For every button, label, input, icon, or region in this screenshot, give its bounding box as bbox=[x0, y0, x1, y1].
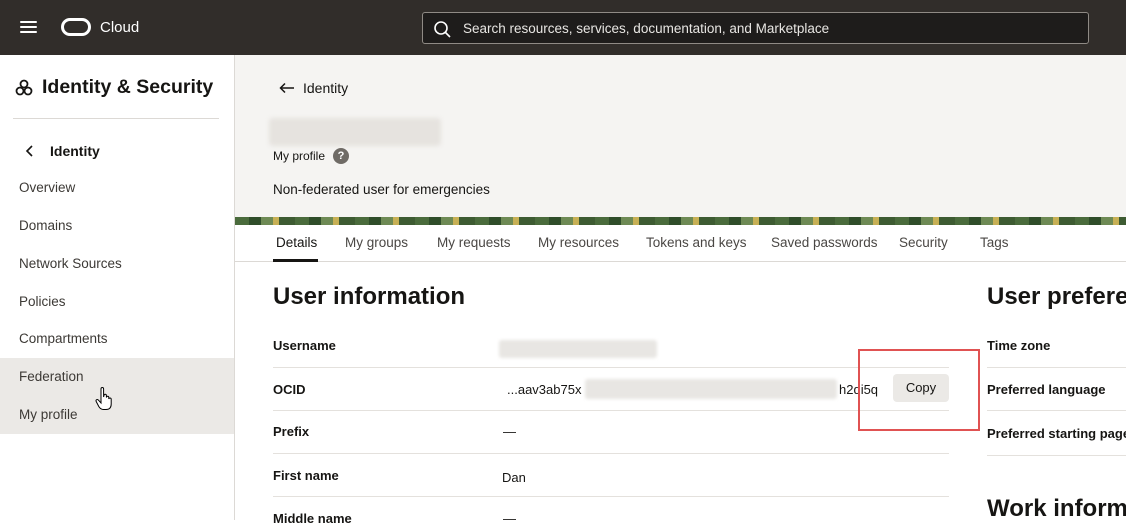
main-content: Identity My profile ? Non-federated user… bbox=[235, 55, 1126, 526]
tab-details[interactable]: Details bbox=[276, 235, 317, 250]
search-placeholder: Search resources, services, documentatio… bbox=[463, 21, 830, 36]
profile-subtitle: My profile ? bbox=[273, 148, 350, 164]
top-bar: Cloud Search resources, services, docume… bbox=[0, 0, 1126, 55]
tab-tags[interactable]: Tags bbox=[980, 235, 1009, 250]
search-icon bbox=[434, 21, 451, 38]
pref-divider bbox=[987, 410, 1126, 411]
decorative-banner bbox=[235, 217, 1126, 225]
username-label: Username bbox=[273, 338, 336, 353]
tab-tokens-and-keys[interactable]: Tokens and keys bbox=[646, 235, 747, 250]
back-to-identity-link[interactable]: Identity bbox=[279, 80, 348, 96]
sidebar-title: Identity & Security bbox=[15, 76, 213, 99]
row-divider bbox=[273, 496, 949, 497]
hand-cursor-icon bbox=[95, 387, 112, 410]
preferred-language-label: Preferred language bbox=[987, 382, 1106, 397]
sidebar-back-label: Identity bbox=[50, 143, 100, 159]
redacted-username bbox=[499, 340, 657, 358]
middle-name-label: Middle name bbox=[273, 511, 352, 526]
row-divider bbox=[273, 410, 949, 411]
pref-divider bbox=[987, 367, 1126, 368]
arrow-left-icon bbox=[279, 82, 294, 94]
tab-my-resources[interactable]: My resources bbox=[538, 235, 619, 250]
active-tab-indicator bbox=[273, 259, 318, 262]
profile-label: My profile bbox=[273, 149, 326, 163]
row-divider bbox=[273, 453, 949, 454]
tab-my-groups[interactable]: My groups bbox=[345, 235, 408, 250]
user-description: Non-federated user for emergencies bbox=[273, 182, 490, 197]
time-zone-label: Time zone bbox=[987, 338, 1051, 353]
sidebar-item-domains[interactable]: Domains bbox=[0, 207, 234, 245]
oracle-logo[interactable] bbox=[61, 18, 91, 36]
hamburger-menu-icon[interactable] bbox=[20, 21, 37, 35]
sidebar-divider bbox=[13, 118, 219, 119]
sidebar-item-network-sources[interactable]: Network Sources bbox=[0, 245, 234, 283]
redacted-user-name bbox=[269, 118, 441, 146]
work-information-heading: Work inform bbox=[987, 495, 1126, 522]
identity-security-icon bbox=[15, 79, 33, 95]
sidebar-item-my-profile[interactable]: My profile bbox=[0, 396, 234, 434]
tab-security[interactable]: Security bbox=[899, 235, 948, 250]
sidebar-item-policies[interactable]: Policies bbox=[0, 283, 234, 321]
ocid-label: OCID bbox=[273, 382, 306, 397]
sidebar-item-compartments[interactable]: Compartments bbox=[0, 320, 234, 358]
search-input[interactable]: Search resources, services, documentatio… bbox=[422, 12, 1089, 44]
first-name-label: First name bbox=[273, 468, 339, 483]
row-divider bbox=[273, 367, 949, 368]
user-preferences-heading: User prefere bbox=[987, 283, 1126, 310]
back-link-label: Identity bbox=[303, 80, 349, 96]
sidebar-item-overview[interactable]: Overview bbox=[0, 169, 234, 207]
annotation-highlight-box bbox=[858, 349, 980, 431]
first-name-value: Dan bbox=[502, 470, 526, 485]
brand-label[interactable]: Cloud bbox=[100, 19, 139, 36]
prefix-label: Prefix bbox=[273, 424, 310, 439]
tab-my-requests[interactable]: My requests bbox=[437, 235, 511, 250]
sidebar: Identity & Security Identity Overview Do… bbox=[0, 55, 235, 520]
middle-name-value: — bbox=[503, 511, 516, 526]
sidebar-item-federation[interactable]: Federation bbox=[0, 358, 234, 396]
sidebar-back-identity[interactable]: Identity bbox=[24, 143, 100, 159]
help-icon[interactable]: ? bbox=[333, 148, 350, 164]
user-information-heading: User information bbox=[273, 283, 466, 310]
profile-tabs: Details My groups My requests My resourc… bbox=[235, 225, 1126, 262]
ocid-value-start: ...aav3ab75x bbox=[507, 382, 582, 397]
chevron-left-icon bbox=[25, 145, 33, 157]
tab-saved-passwords[interactable]: Saved passwords bbox=[771, 235, 878, 250]
redacted-ocid bbox=[585, 379, 837, 399]
preferred-starting-page-label: Preferred starting page bbox=[987, 426, 1126, 441]
pref-divider bbox=[987, 455, 1126, 456]
sidebar-title-text: Identity & Security bbox=[42, 76, 214, 98]
prefix-value: — bbox=[503, 424, 516, 439]
